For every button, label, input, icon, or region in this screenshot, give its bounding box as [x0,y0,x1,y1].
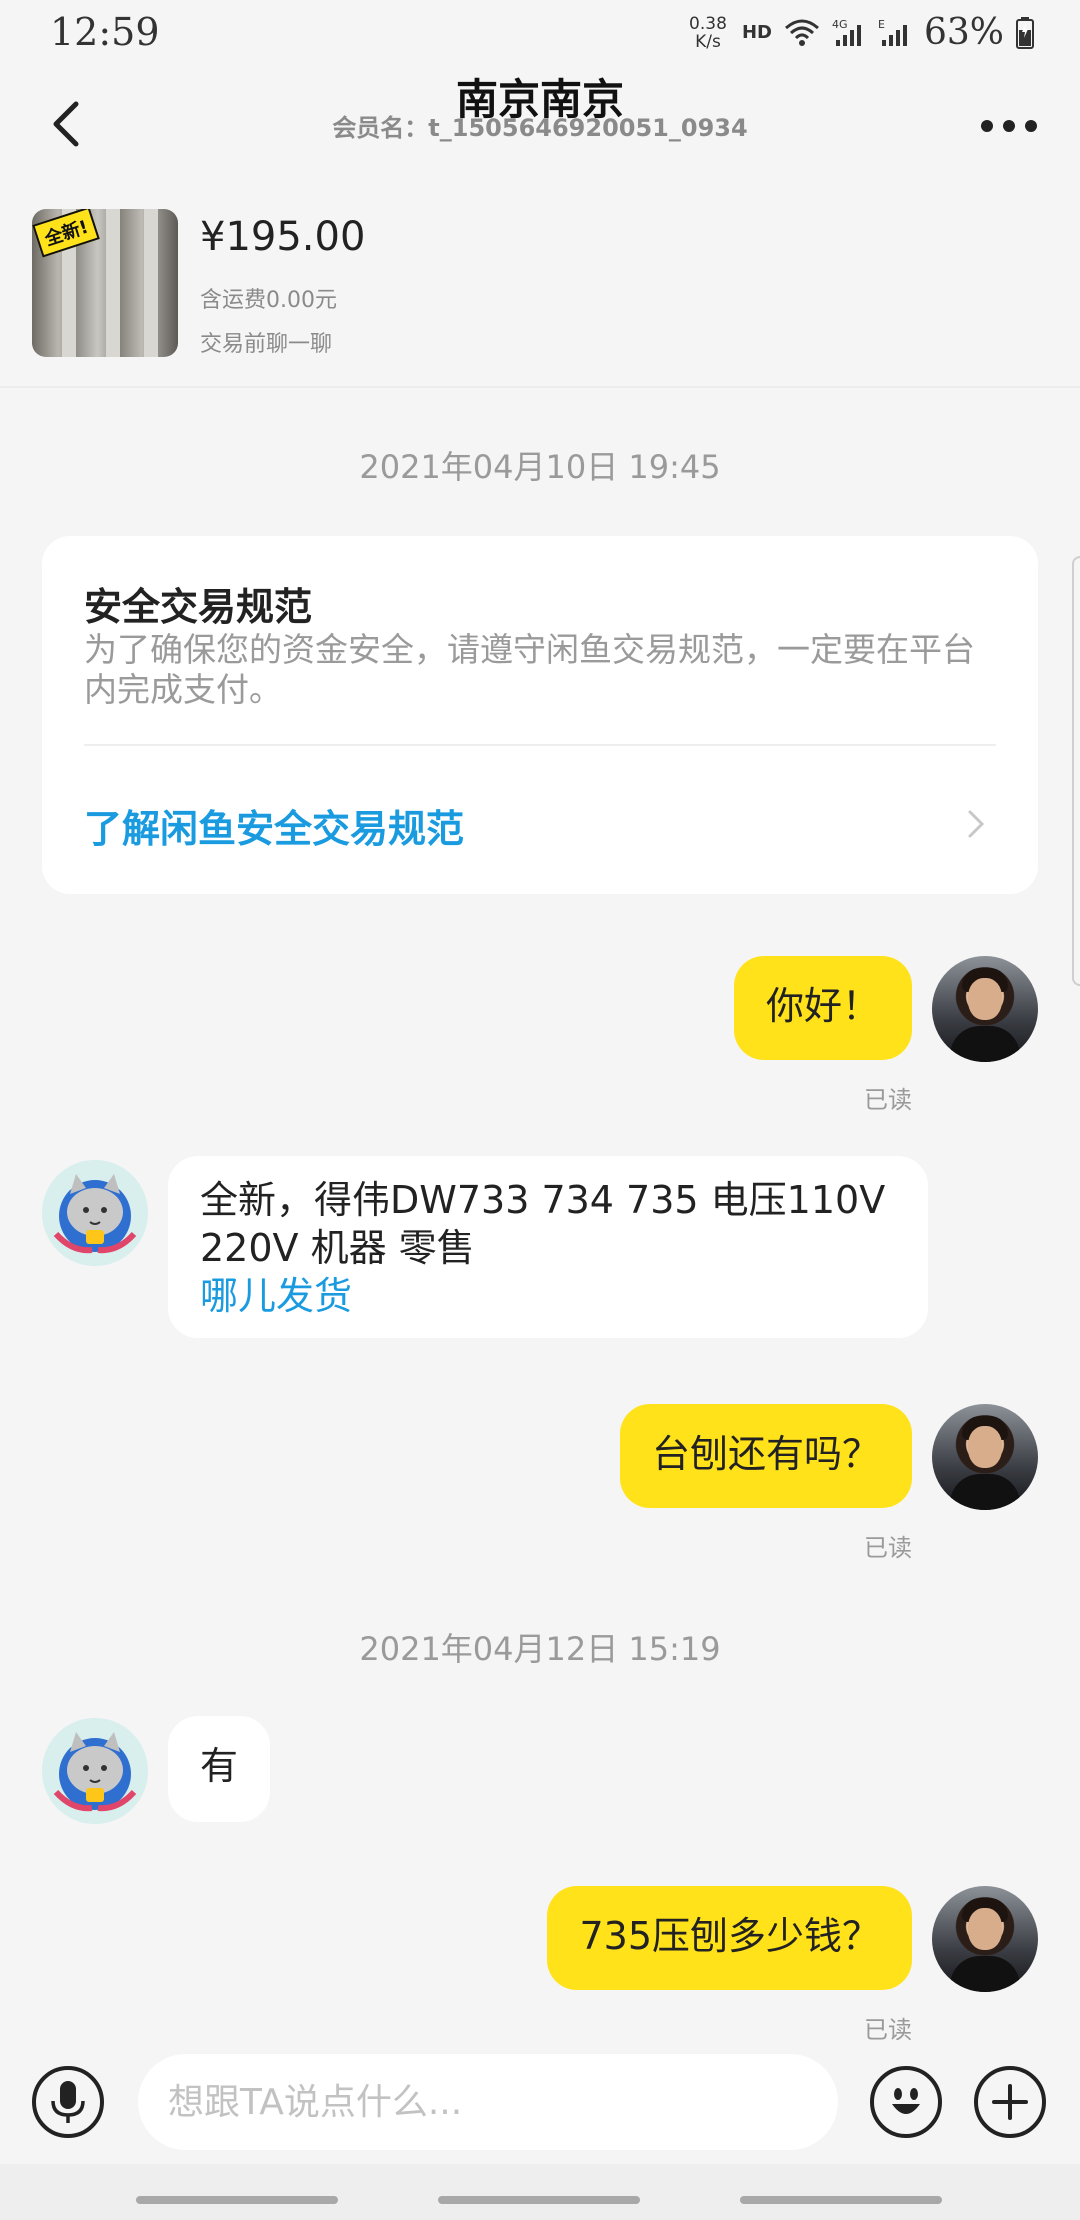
message-bubble-received[interactable]: 有 [168,1716,271,1822]
more-dots-icon [981,120,1037,132]
my-avatar[interactable] [932,1404,1038,1510]
message-bubble-sent[interactable]: 735压刨多少钱？ [547,1886,912,1990]
signal-4g-icon: 4G [832,18,861,46]
seller-avatar[interactable] [42,1718,148,1824]
net-speed: 0.38 K/s [689,13,727,52]
safety-notice-card: 安全交易规范 为了确保您的资金安全，请遵守闲鱼交易规范，一定要在平台内完成支付。… [42,536,1038,894]
read-receipt: 已读 [864,1534,912,1562]
voice-button[interactable] [32,2066,104,2138]
nav-recents-handle[interactable] [136,2196,338,2204]
microphone-icon [51,2081,85,2123]
nav-back-handle[interactable] [740,2196,942,2204]
message-bubble-sent[interactable]: 你好！ [733,956,912,1060]
wifi-icon [784,19,819,46]
add-button[interactable] [974,2066,1046,2138]
input-bar [0,2040,1080,2164]
svg-text:4G: 4G [832,18,848,31]
safety-rules-link[interactable]: 了解闲鱼安全交易规范 [84,798,464,853]
read-receipt: 已读 [864,1086,912,1114]
scroll-indicator [1072,556,1080,986]
more-button[interactable] [974,96,1044,156]
hd-indicator: HD [741,22,772,43]
member-name: 会员名：t_1505646920051_0934 [332,114,748,142]
safety-title: 安全交易规范 [84,585,313,629]
chat-header: 南京南京 会员名：t_1505646920051_0934 [0,66,1080,186]
my-avatar[interactable] [932,956,1038,1062]
my-avatar[interactable] [932,1886,1038,1992]
battery-level: 63% [923,12,1004,53]
shipping-location-link[interactable]: 哪儿发货 [200,1272,896,1320]
nav-home-handle[interactable] [438,2196,640,2204]
chevron-right-icon[interactable] [964,806,988,842]
svg-text:E: E [878,18,885,31]
smiley-icon [892,2088,920,2114]
product-image[interactable]: 全新! [32,209,178,357]
timestamp: 2021年04月12日 15:19 [359,1630,721,1668]
battery-icon [1016,16,1034,49]
product-shipping: 含运费0.00元 [200,288,337,313]
emoji-button[interactable] [870,2066,942,2138]
divider [84,744,996,746]
status-icons: 0.38 K/s HD 4G E 63% [686,12,1034,53]
status-bar: 12:59 0.38 K/s HD 4G E 63% [0,0,1080,66]
signal-e-icon: E [878,18,907,46]
message-bubble-sent[interactable]: 台刨还有吗？ [619,1404,912,1508]
product-chat-hint: 交易前聊一聊 [200,332,333,357]
message-bubble-received[interactable]: 全新，得伟DW733 734 735 电压110V 220V 机器 零售 哪儿发… [168,1156,928,1338]
plus-icon [992,2084,1028,2120]
cat-mascot-icon [42,1718,148,1824]
seller-avatar[interactable] [42,1160,148,1266]
timestamp: 2021年04月10日 19:45 [359,448,721,486]
cat-mascot-icon [42,1160,148,1266]
safety-description: 为了确保您的资金安全，请遵守闲鱼交易规范，一定要在平台内完成支付。 [84,630,975,709]
product-card[interactable]: 全新! ¥195.00 含运费0.00元 交易前聊一聊 [0,186,1080,388]
system-nav-bar [0,2164,1080,2220]
message-input[interactable] [138,2054,838,2150]
status-time: 12:59 [50,10,160,54]
product-price: ¥195.00 [200,214,366,260]
